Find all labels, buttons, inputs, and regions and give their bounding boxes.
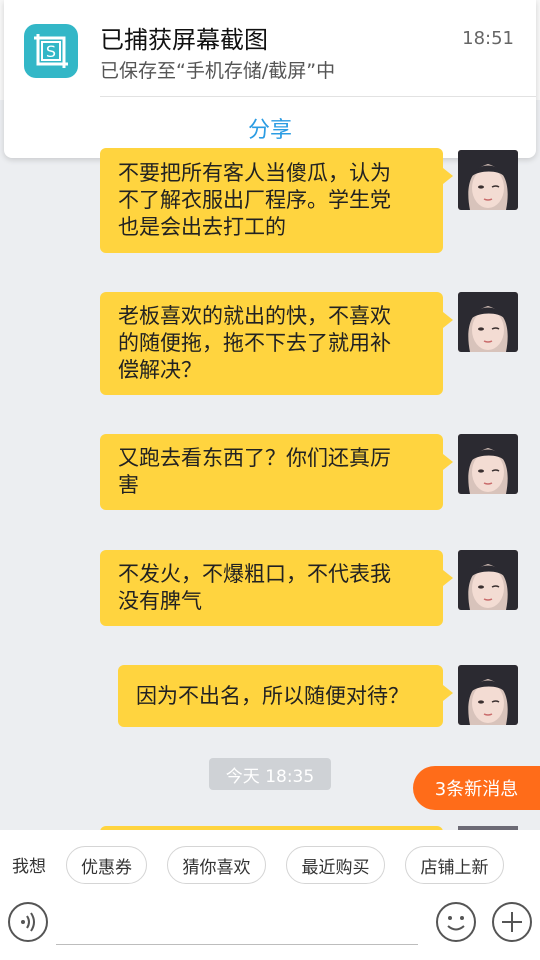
message-line: 老板喜欢的就出的快，不喜欢 xyxy=(118,304,391,328)
message-line: 不了解衣服出厂程序。学生党 xyxy=(118,188,391,212)
plus-icon xyxy=(502,912,522,932)
message-bubble[interactable]: 因为不出名，所以随便对待？ xyxy=(118,665,453,727)
message-input[interactable] xyxy=(56,944,418,945)
more-button[interactable] xyxy=(492,902,532,942)
notification-time: 18:51 xyxy=(462,28,514,49)
voice-button[interactable] xyxy=(8,902,48,942)
message-line: 没有脾气 xyxy=(118,589,202,613)
voice-icon xyxy=(21,912,35,932)
share-button[interactable]: 分享 xyxy=(4,112,536,144)
notification-divider xyxy=(100,96,536,97)
user-avatar[interactable] xyxy=(458,434,518,494)
svg-text:S: S xyxy=(46,42,56,61)
message-line: 又跑去看东西了？你们还真厉 xyxy=(118,446,391,470)
chip-new-arrivals[interactable]: 店铺上新 xyxy=(405,846,504,884)
chip-recent-purchases[interactable]: 最近购买 xyxy=(286,846,385,884)
quick-reply-label: 我想 xyxy=(12,857,46,877)
user-avatar[interactable] xyxy=(458,550,518,610)
emoji-icon xyxy=(447,916,465,931)
notification-subtitle: 已保存至“手机存储/截屏”中 xyxy=(100,60,336,82)
input-panel: 我想 优惠券 猜你喜欢 最近购买 店铺上新 xyxy=(0,830,540,960)
message-line: 不要把所有客人当傻瓜，认为 xyxy=(118,161,391,185)
screenshot-notification[interactable]: S 已捕获屏幕截图 18:51 已保存至“手机存储/截屏”中 分享 xyxy=(4,0,536,158)
screenshot-app-icon: S xyxy=(24,24,78,78)
user-avatar[interactable] xyxy=(458,665,518,725)
message-bubble[interactable]: 不要把所有客人当傻瓜，认为 不了解衣服出厂程序。学生党 也是会出去打工的 xyxy=(100,148,453,253)
message-bubble[interactable]: 老板喜欢的就出的快，不喜欢 的随便拖，拖不下去了就用补 偿解决？ xyxy=(100,292,453,395)
user-avatar[interactable] xyxy=(458,292,518,352)
message-bubble[interactable]: 不发火，不爆粗口，不代表我 没有脾气 xyxy=(100,550,453,626)
user-avatar[interactable] xyxy=(458,150,518,210)
chat-timestamp: 今天 18:35 xyxy=(209,758,331,790)
new-messages-badge[interactable]: 3条新消息 xyxy=(413,766,540,810)
message-line: 偿解决？ xyxy=(118,358,202,382)
notification-title: 已捕获屏幕截图 xyxy=(100,26,268,54)
message-line: 不发火，不爆粗口，不代表我 xyxy=(118,562,391,586)
emoji-button[interactable] xyxy=(436,902,476,942)
message-line: 也是会出去打工的 xyxy=(118,215,286,239)
message-line: 害 xyxy=(118,473,139,497)
message-bubble[interactable]: 又跑去看东西了？你们还真厉 害 xyxy=(100,434,453,510)
chip-coupons[interactable]: 优惠券 xyxy=(66,846,147,884)
message-line: 因为不出名，所以随便对待？ xyxy=(136,683,409,708)
message-line: 的随便拖，拖不下去了就用补 xyxy=(118,331,391,355)
chip-recommendations[interactable]: 猜你喜欢 xyxy=(167,846,266,884)
